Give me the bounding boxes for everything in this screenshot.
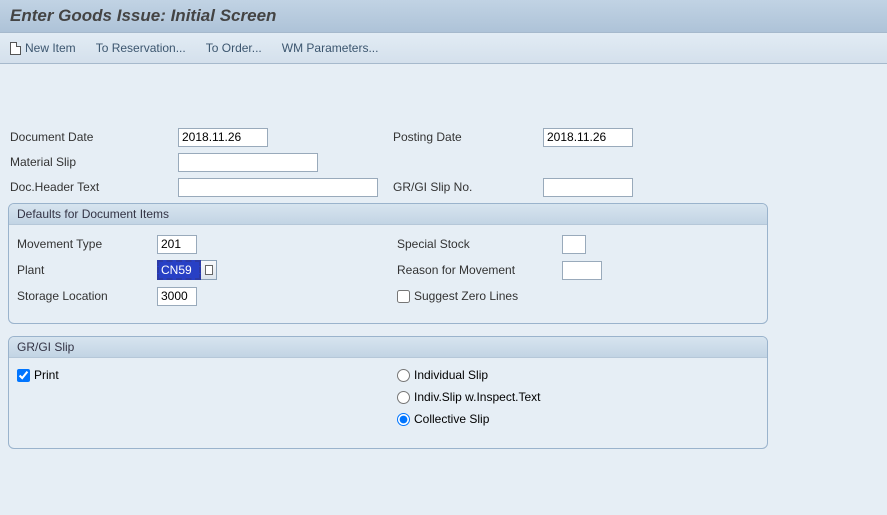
storage-location-label: Storage Location [17, 289, 157, 303]
suggest-zero-lines-checkbox[interactable] [397, 290, 410, 303]
individual-slip-label: Individual Slip [414, 368, 488, 382]
document-date-label: Document Date [8, 130, 178, 144]
collective-slip-radio[interactable] [397, 413, 410, 426]
material-slip-label: Material Slip [8, 155, 178, 169]
search-help-icon [205, 265, 213, 275]
document-date-input[interactable] [178, 128, 268, 147]
gr-gi-slip-no-input[interactable] [543, 178, 633, 197]
to-order-button[interactable]: To Order... [206, 41, 262, 55]
to-reservation-button[interactable]: To Reservation... [96, 41, 186, 55]
reason-movement-input[interactable] [562, 261, 602, 280]
reason-movement-label: Reason for Movement [397, 263, 562, 277]
wm-parameters-button[interactable]: WM Parameters... [282, 41, 379, 55]
movement-type-label: Movement Type [17, 237, 157, 251]
gr-gi-slip-no-label: GR/GI Slip No. [393, 180, 543, 194]
new-item-label: New Item [25, 41, 76, 55]
plant-input[interactable] [157, 260, 201, 280]
defaults-group: Defaults for Document Items Movement Typ… [8, 203, 768, 324]
material-slip-input[interactable] [178, 153, 318, 172]
plant-label: Plant [17, 263, 157, 277]
toolbar: New Item To Reservation... To Order... W… [0, 33, 887, 64]
slip-group: GR/GI Slip Print Individual Slip [8, 336, 768, 449]
plant-search-help-button[interactable] [201, 260, 217, 280]
title-bar: Enter Goods Issue: Initial Screen [0, 0, 887, 33]
content-area: Document Date Posting Date Material Slip… [0, 64, 887, 457]
posting-date-label: Posting Date [393, 130, 543, 144]
storage-location-input[interactable] [157, 287, 197, 306]
indiv-inspect-slip-label: Indiv.Slip w.Inspect.Text [414, 390, 541, 404]
doc-header-text-input[interactable] [178, 178, 378, 197]
print-checkbox[interactable] [17, 369, 30, 382]
collective-slip-label: Collective Slip [414, 412, 489, 426]
to-reservation-label: To Reservation... [96, 41, 186, 55]
doc-header-text-label: Doc.Header Text [8, 180, 178, 194]
document-icon [10, 42, 21, 55]
print-label: Print [34, 368, 59, 382]
to-order-label: To Order... [206, 41, 262, 55]
posting-date-input[interactable] [543, 128, 633, 147]
new-item-button[interactable]: New Item [10, 41, 76, 55]
individual-slip-radio[interactable] [397, 369, 410, 382]
defaults-group-title: Defaults for Document Items [9, 204, 767, 225]
wm-parameters-label: WM Parameters... [282, 41, 379, 55]
movement-type-input[interactable] [157, 235, 197, 254]
suggest-zero-lines-label: Suggest Zero Lines [414, 289, 518, 303]
slip-group-title: GR/GI Slip [9, 337, 767, 358]
indiv-inspect-slip-radio[interactable] [397, 391, 410, 404]
page-title: Enter Goods Issue: Initial Screen [10, 6, 877, 26]
special-stock-label: Special Stock [397, 237, 562, 251]
special-stock-input[interactable] [562, 235, 586, 254]
